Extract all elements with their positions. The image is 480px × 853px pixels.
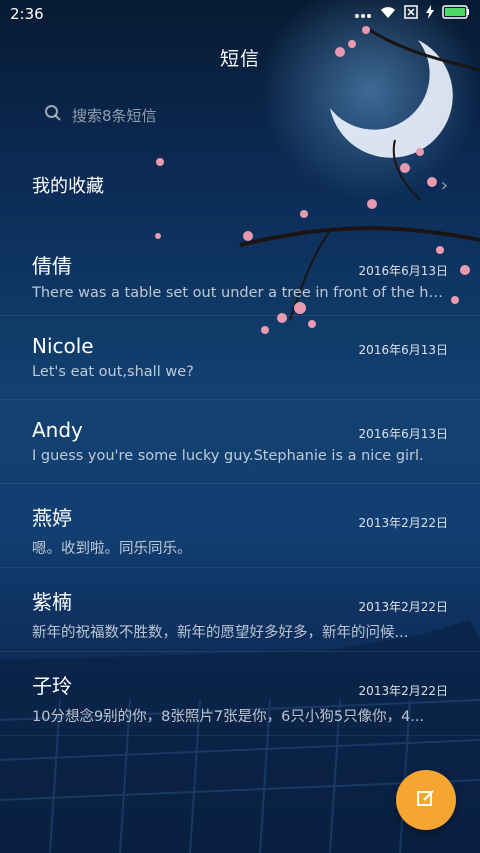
battery-icon [442,5,470,23]
status-bar: 2:36 [0,0,480,28]
message-preview: I guess you're some lucky guy.Stephanie … [32,448,424,464]
message-preview: There was a table set out under a tree i… [32,285,448,301]
search-placeholder: 搜索8条短信 [72,106,157,125]
message-row[interactable]: 紫楠 2013年2月22日 新年的祝福数不胜数，新年的愿望好多好多，新年的问候.… [0,568,480,652]
contact-name: 子玲 [32,674,72,698]
search-icon [44,104,62,126]
message-row[interactable]: Nicole 2016年6月13日 Let's eat out,shall we… [0,316,480,400]
compose-button[interactable] [396,770,456,830]
status-icons [354,5,470,23]
message-date: 2013年2月22日 [358,516,448,530]
message-row[interactable]: 子玲 2013年2月22日 10分想念9别的你，8张照片7张是你，6只小狗5只像… [0,652,480,736]
compose-icon [416,788,436,812]
more-dots-icon [354,5,372,23]
contact-name: Andy [32,418,83,442]
message-preview: Let's eat out,shall we? [32,364,194,380]
status-time: 2:36 [10,5,44,23]
chevron-right-icon: › [440,174,448,196]
message-preview: 10分想念9别的你，8张照片7张是你，6只小狗5只像你，4... [32,709,425,725]
sim-off-icon [404,5,418,23]
message-row[interactable]: Andy 2016年6月13日 I guess you're some luck… [0,400,480,484]
message-date: 2016年6月13日 [358,264,448,278]
message-date: 2013年2月22日 [358,600,448,614]
message-preview: 新年的祝福数不胜数，新年的愿望好多好多，新年的问候... [32,625,409,641]
message-date: 2016年6月13日 [358,427,448,441]
message-row[interactable]: 倩倩 2016年6月13日 There was a table set out … [0,232,480,316]
charging-icon [426,5,434,23]
favorites-label: 我的收藏 [32,176,104,197]
contact-name: Nicole [32,334,94,358]
message-row[interactable]: 燕婷 2013年2月22日 嗯。收到啦。同乐同乐。 [0,484,480,568]
favorites-entry[interactable]: 我的收藏 › [32,170,448,200]
message-date: 2013年2月22日 [358,684,448,698]
message-list: 倩倩 2016年6月13日 There was a table set out … [0,232,480,736]
page-title: 短信 [219,48,260,70]
contact-name: 燕婷 [32,506,72,530]
wifi-icon [380,5,396,23]
message-date: 2016年6月13日 [358,343,448,357]
message-preview: 嗯。收到啦。同乐同乐。 [32,541,192,557]
search-bar[interactable]: 搜索8条短信 [20,96,460,134]
contact-name: 紫楠 [32,590,72,614]
contact-name: 倩倩 [32,254,72,278]
